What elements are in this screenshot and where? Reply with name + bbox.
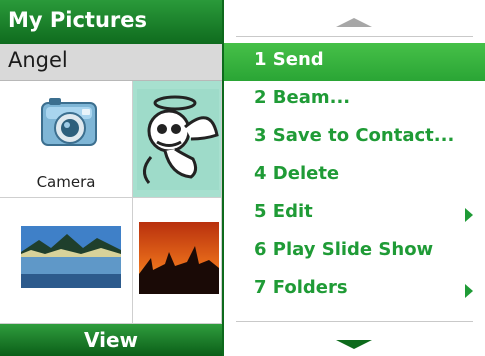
menu-item-label: 2 Beam... (254, 87, 351, 108)
menu-divider-top (236, 36, 473, 37)
angel-cartoon-icon (135, 87, 221, 196)
context-menu: 1 Send 2 Beam... 3 Save to Contact... 4 … (222, 0, 485, 356)
lake-mountain-photo (21, 226, 121, 292)
menu-item-label: 3 Save to Contact... (254, 125, 455, 146)
album-header: Angel (0, 44, 222, 81)
menu-item-beam[interactable]: 2 Beam... (224, 81, 485, 119)
grid-item-angel[interactable] (133, 81, 222, 198)
menu-item-play-slide-show[interactable]: 6 Play Slide Show (224, 233, 485, 271)
thumbnail-grid: Camera (0, 81, 222, 324)
submenu-arrow-icon (465, 208, 473, 222)
menu-item-folders[interactable]: 7 Folders (224, 271, 485, 309)
menu-item-label: 6 Play Slide Show (254, 239, 434, 260)
album-name: Angel (8, 48, 68, 72)
window-title: My Pictures (8, 8, 148, 32)
menu-item-label: 1 Send (254, 49, 324, 70)
grid-item-sunset[interactable] (133, 198, 222, 324)
menu-item-save-to-contact[interactable]: 3 Save to Contact... (224, 119, 485, 157)
menu-item-edit[interactable]: 5 Edit (224, 195, 485, 233)
menu-item-label: 7 Folders (254, 277, 348, 298)
grid-item-lake[interactable] (0, 198, 133, 324)
grid-item-camera[interactable]: Camera (0, 81, 133, 198)
grid-item-label: Camera (36, 173, 96, 191)
menu-divider-bottom (236, 321, 473, 322)
scroll-up-arrow-icon[interactable] (336, 18, 372, 27)
menu-item-label: 4 Delete (254, 163, 340, 184)
camera-icon (40, 95, 98, 161)
view-softkey[interactable]: View (0, 328, 222, 352)
menu-item-label: 5 Edit (254, 201, 313, 222)
menu-item-send[interactable]: 1 Send (224, 43, 485, 81)
sunset-desert-photo (139, 222, 219, 298)
submenu-arrow-icon (465, 284, 473, 298)
menu-item-delete[interactable]: 4 Delete (224, 157, 485, 195)
scroll-down-arrow-icon[interactable] (336, 340, 372, 349)
